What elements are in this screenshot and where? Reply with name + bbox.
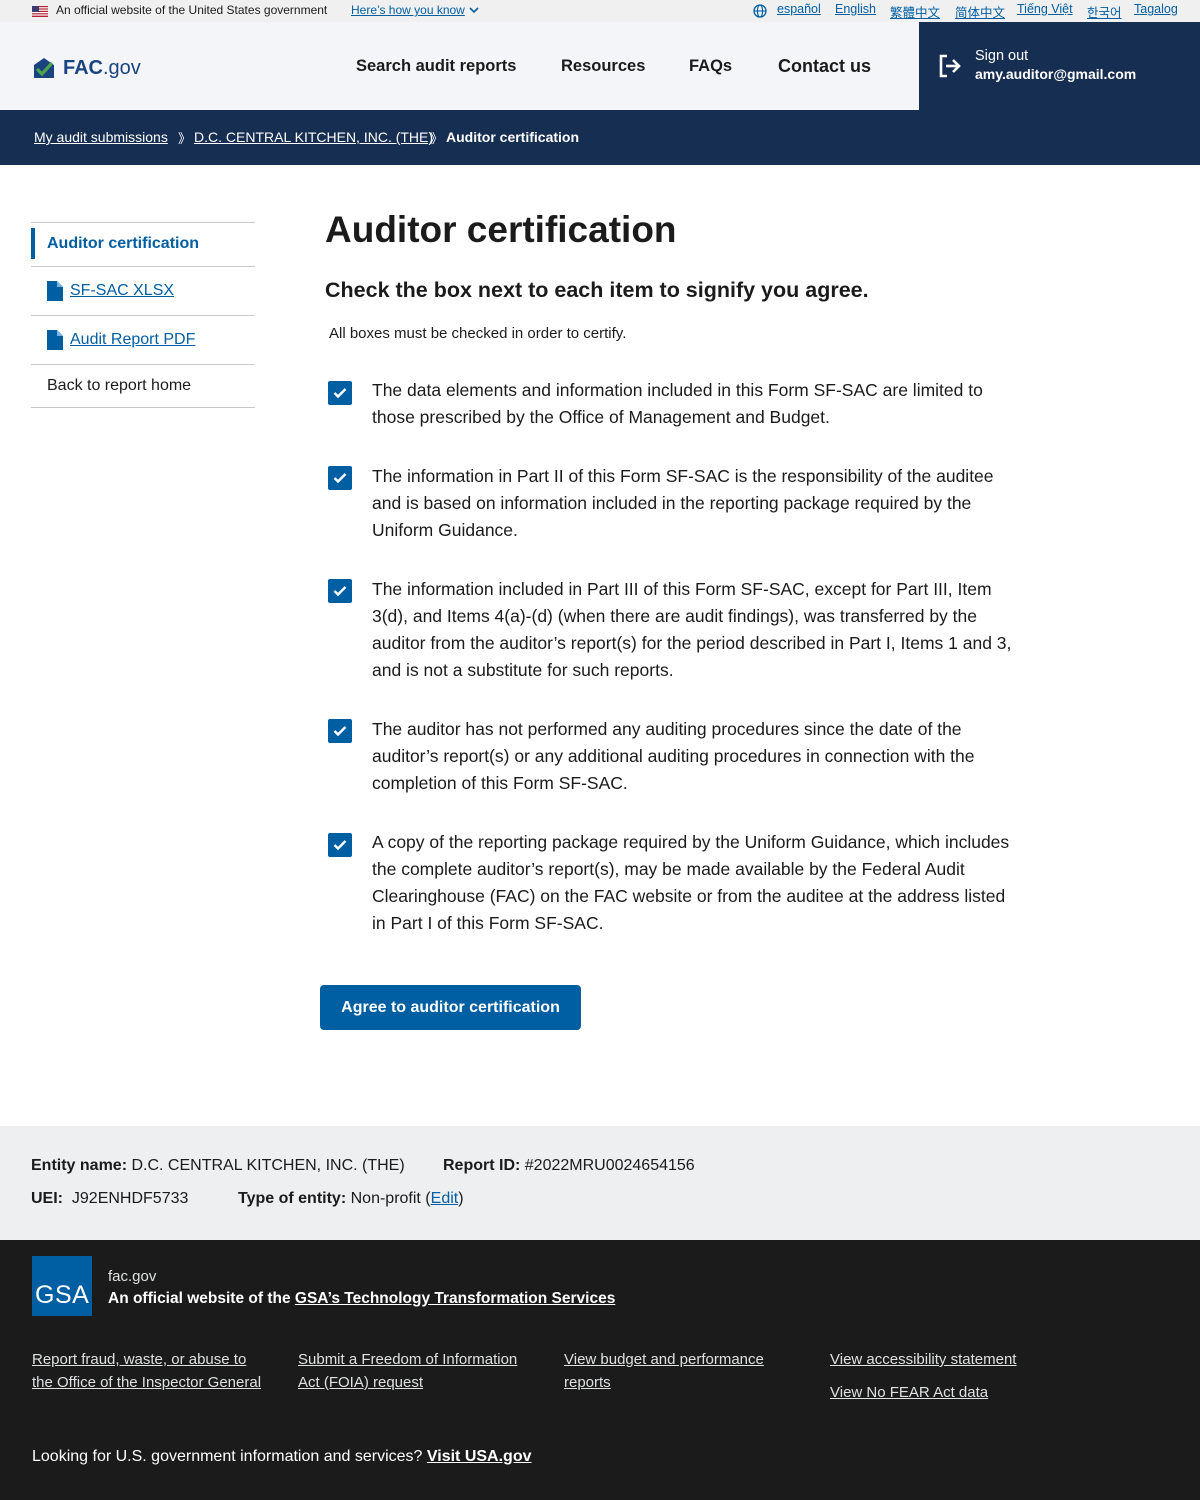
lang-korean-link[interactable]: 한국어 [1087, 2, 1122, 21]
gov-banner: An official website of the United States… [0, 0, 1200, 22]
lang-espanol-link[interactable]: español [777, 2, 821, 16]
report-info-bar: Entity name: D.C. CENTRAL KITCHEN, INC. … [0, 1126, 1200, 1240]
sidenav-item-sf-sac-xlsx[interactable]: SF-SAC XLSX [31, 266, 255, 315]
certification-text: The information included in Part III of … [372, 579, 1012, 680]
active-indicator [31, 228, 35, 259]
footer-usa-gov: Looking for U.S. government information … [32, 1448, 532, 1466]
chevron-down-icon [469, 7, 479, 14]
lang-traditional-chinese-link[interactable]: 繁體中文 [890, 2, 940, 21]
entity-type-value: Non-profit [350, 1190, 421, 1207]
fac-logo-icon [34, 58, 54, 78]
footer-link-no-fear[interactable]: View No FEAR Act data [830, 1381, 1090, 1404]
footer-link-foia[interactable]: Submit a Freedom of Information Act (FOI… [298, 1348, 538, 1394]
sidenav-item-audit-report-pdf[interactable]: Audit Report PDF [31, 315, 255, 364]
certification-text: A copy of the reporting package required… [372, 832, 1010, 933]
checkmark-icon [333, 473, 347, 484]
breadcrumb-current: Auditor certification [446, 129, 580, 145]
visit-usa-gov-link[interactable]: Visit USA.gov [427, 1448, 532, 1465]
lang-vietnamese-link[interactable]: Tiếng Việt [1017, 2, 1073, 16]
nav-faqs[interactable]: FAQs [689, 57, 732, 76]
certification-text: The information in Part II of this Form … [372, 466, 994, 540]
sidenav-item-label[interactable]: SF-SAC XLSX [70, 282, 174, 300]
breadcrumb-entity[interactable]: D.C. CENTRAL KITCHEN, INC. (THE) [194, 129, 433, 145]
entity-type-label: Type of entity: [238, 1190, 347, 1207]
instructions-hint: All boxes must be checked in order to ce… [329, 325, 627, 342]
how-you-know-link[interactable]: Here’s how you know [351, 3, 465, 17]
report-id-value: #2022MRU0024654156 [524, 1157, 695, 1174]
entity-name-field: Entity name: D.C. CENTRAL KITCHEN, INC. … [31, 1157, 405, 1175]
breadcrumb-separator: 》 [178, 131, 192, 146]
sidenav-item-auditor-certification[interactable]: Auditor certification [31, 222, 255, 266]
report-id-field: Report ID: #2022MRU0024654156 [443, 1157, 695, 1175]
uei-value: J92ENHDF5733 [71, 1190, 189, 1207]
sidenav-item-back-to-report-home[interactable]: Back to report home [31, 364, 255, 408]
tts-link[interactable]: GSA’s Technology Transformation Services [295, 1290, 615, 1307]
sign-out-icon [939, 54, 961, 78]
checkmark-icon [333, 388, 347, 399]
lang-tagalog-link[interactable]: Tagalog [1134, 2, 1178, 16]
certification-checkbox[interactable] [328, 466, 352, 490]
nav-resources[interactable]: Resources [561, 57, 645, 76]
checkmark-icon [333, 840, 347, 851]
breadcrumb: My audit submissions 》 D.C. CENTRAL KITC… [0, 110, 1200, 165]
instructions-heading: Check the box next to each item to signi… [325, 278, 869, 302]
certification-checkbox[interactable] [328, 719, 352, 743]
checkmark-icon [333, 586, 347, 597]
sidenav-item-label[interactable]: Audit Report PDF [70, 331, 195, 349]
footer-site-name: fac.gov [108, 1268, 157, 1285]
official-site-text: An official website of the United States… [56, 3, 328, 17]
uei-field: UEI: J92ENHDF5733 [31, 1190, 188, 1208]
sidenav-item-label: Auditor certification [47, 235, 200, 252]
lang-english-link[interactable]: English [835, 2, 876, 16]
logo-gov-text: .gov [103, 56, 141, 79]
agree-certification-button[interactable]: Agree to auditor certification [320, 985, 581, 1030]
page-title: Auditor certification [325, 209, 677, 250]
uei-label: UEI: [31, 1190, 63, 1207]
site-header: FAC .gov Search audit reports Resources F… [0, 22, 1200, 110]
globe-icon [753, 4, 767, 18]
sidenav-item-label: Back to report home [47, 377, 192, 394]
site-footer: GSA fac.gov An official website of the G… [0, 1240, 1200, 1500]
certification-checkbox[interactable] [328, 579, 352, 603]
footer-link-budget[interactable]: View budget and performance reports [564, 1348, 794, 1394]
entity-name-label: Entity name: [31, 1157, 128, 1174]
sign-out-label: Sign out [975, 48, 1029, 64]
footer-link-report-fraud[interactable]: Report fraud, waste, or abuse to the Off… [32, 1348, 268, 1394]
certification-checkbox[interactable] [328, 833, 352, 857]
footer-official-prefix: An official website of the [108, 1290, 291, 1307]
footer-link-accessibility[interactable]: View accessibility statement [830, 1348, 1090, 1371]
side-navigation: Auditor certification SF-SAC XLSX Audit … [31, 222, 255, 408]
breadcrumb-separator: 》 [430, 131, 444, 146]
report-id-label: Report ID: [443, 1157, 521, 1174]
file-icon [47, 330, 63, 350]
lang-simplified-chinese-link[interactable]: 简体中文 [955, 2, 1005, 21]
certification-text: The data elements and information includ… [372, 380, 983, 427]
user-email: amy.auditor@gmail.com [975, 66, 1137, 82]
logo-fac-text: FAC [63, 56, 103, 79]
certification-checkbox[interactable] [328, 381, 352, 405]
gsa-logo[interactable]: GSA [32, 1256, 92, 1316]
breadcrumb-my-submissions[interactable]: My audit submissions [34, 129, 168, 145]
entity-name-value: D.C. CENTRAL KITCHEN, INC. (THE) [131, 1157, 405, 1174]
fac-logo[interactable]: FAC .gov [32, 56, 141, 80]
footer-usa-text: Looking for U.S. government information … [32, 1448, 423, 1465]
nav-search-audit-reports[interactable]: Search audit reports [356, 57, 516, 76]
footer-official-text: An official website of the GSA’s Technol… [108, 1290, 615, 1308]
entity-type-field: Type of entity: Non-profit (Edit) [238, 1190, 464, 1207]
gsa-logo-text: GSA [35, 1281, 90, 1309]
us-flag-icon [32, 6, 48, 17]
checkmark-icon [333, 726, 347, 737]
edit-entity-type-link[interactable]: Edit [431, 1190, 459, 1207]
certification-text: The auditor has not performed any auditi… [372, 719, 975, 793]
file-icon [47, 281, 63, 301]
sign-out-button[interactable]: Sign out amy.auditor@gmail.com [919, 22, 1200, 110]
nav-contact-us[interactable]: Contact us [778, 56, 871, 77]
